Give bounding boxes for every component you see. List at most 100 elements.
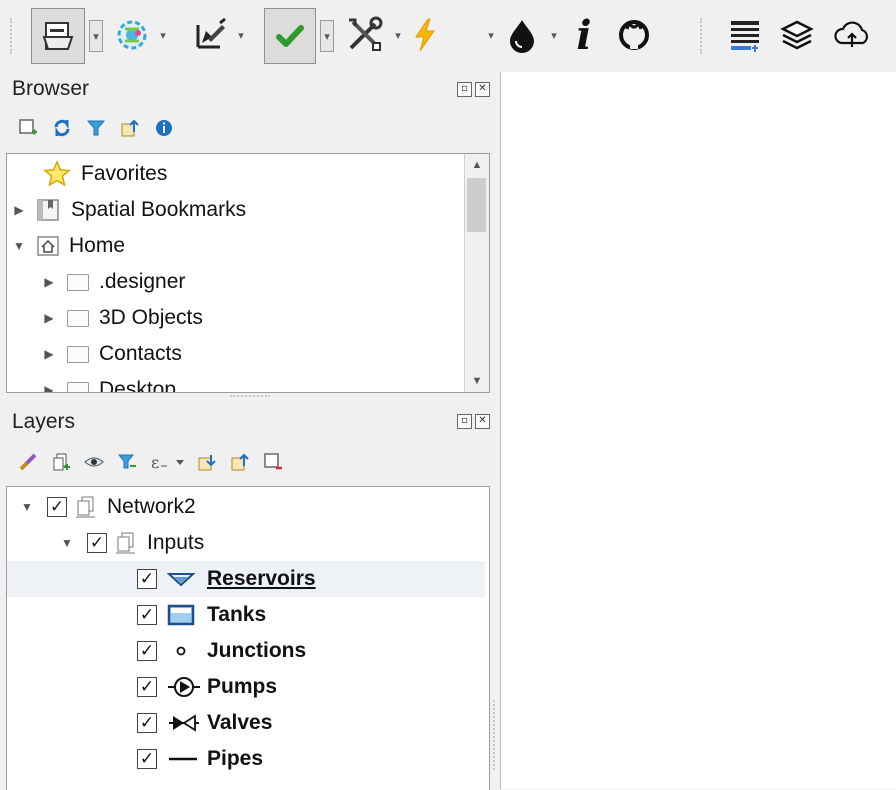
browser-item-spatial-bookmarks[interactable]: ▶ Spatial Bookmarks <box>13 192 246 228</box>
layer-group-network2[interactable]: ▼ ✓ Network2 <box>21 489 196 525</box>
layers-stack-button[interactable] <box>776 8 818 62</box>
layer-item-valves[interactable]: ✓ Valves <box>137 705 272 741</box>
expand-arrow-icon[interactable]: ▶ <box>43 311 55 325</box>
folder-icon <box>67 309 89 327</box>
toolbar-grip-2[interactable] <box>700 18 706 54</box>
browser-item-contacts[interactable]: ▶ Contacts <box>43 336 182 372</box>
refresh-icon[interactable] <box>52 118 72 138</box>
filter-icon[interactable] <box>86 118 106 138</box>
globe-plugin-icon <box>117 20 147 50</box>
layer-group-inputs[interactable]: ▼ ✓ Inputs <box>61 525 204 561</box>
add-icon[interactable] <box>18 118 38 138</box>
collapse-arrow-icon[interactable]: ▼ <box>61 536 73 550</box>
browser-scrollbar[interactable]: ▲ ▼ <box>464 154 489 392</box>
panel-splitter[interactable] <box>230 395 270 399</box>
validate-check-icon <box>276 25 304 47</box>
close-panel-icon[interactable]: ✕ <box>475 82 490 97</box>
layers-title: Layers <box>12 410 76 433</box>
visibility-eye-icon[interactable] <box>84 452 104 472</box>
layer-checkbox[interactable]: ✓ <box>137 569 157 589</box>
browser-panel: Browser ▫ ✕ ▸ Favorites ▶ Spatial Bookma… <box>6 72 490 393</box>
layers-header: Layers ▫ ✕ <box>6 402 490 438</box>
junction-circle-icon <box>176 646 186 656</box>
home-icon <box>37 236 59 256</box>
info-icon: i <box>576 11 592 59</box>
validate-button[interactable] <box>264 8 316 64</box>
file-manager-button[interactable] <box>31 8 85 64</box>
collapse-arrow-icon[interactable]: ▼ <box>21 500 33 514</box>
attribute-table-button[interactable] <box>724 8 766 62</box>
edit-dropdown[interactable]: ▾ <box>235 20 247 50</box>
scrollbar-thumb[interactable] <box>467 178 486 232</box>
layer-label: Pipes <box>207 747 264 770</box>
style-brush-icon[interactable] <box>18 452 38 472</box>
browser-item-3d-objects[interactable]: ▶ 3D Objects <box>43 300 203 336</box>
scroll-up-icon[interactable]: ▲ <box>465 154 489 176</box>
layers-tree: ▼ ✓ Network2 ▼ ✓ Inputs ✓ Reservoirs ✓ T… <box>6 486 490 790</box>
cloud-upload-icon <box>834 21 869 47</box>
browser-item-label: Home <box>69 234 126 257</box>
expand-arrow-icon[interactable]: ▶ <box>43 347 55 361</box>
expand-arrow-icon[interactable]: ▶ <box>43 275 55 289</box>
remove-layer-icon[interactable] <box>263 452 283 472</box>
expand-arrow-icon[interactable]: ▶ <box>43 383 55 392</box>
layer-checkbox[interactable]: ✓ <box>87 533 107 553</box>
globe-plugin-button[interactable] <box>112 8 152 62</box>
browser-dock-buttons: ▫ ✕ <box>457 82 490 97</box>
browser-item-home[interactable]: ▼ Home <box>13 228 125 264</box>
map-canvas[interactable] <box>500 72 896 789</box>
info-button[interactable]: i <box>566 8 602 62</box>
layer-item-pipes[interactable]: ✓ Pipes <box>137 741 263 777</box>
toolbar-grip[interactable] <box>10 18 16 54</box>
float-panel-icon[interactable]: ▫ <box>457 82 472 97</box>
layer-item-junctions[interactable]: ✓ Junctions <box>137 633 306 669</box>
attribute-table-icon <box>731 21 759 52</box>
layer-checkbox[interactable]: ✓ <box>137 713 157 733</box>
scroll-down-icon[interactable]: ▼ <box>465 370 489 392</box>
valve-icon <box>169 714 199 732</box>
svg-text:ε: ε <box>151 453 159 472</box>
layer-item-reservoirs[interactable]: ✓ Reservoirs <box>137 561 316 597</box>
browser-item-label: Contacts <box>99 342 182 365</box>
layer-item-tanks[interactable]: ✓ Tanks <box>137 597 266 633</box>
expand-all-icon[interactable] <box>197 452 217 472</box>
browser-item-favorites[interactable]: ▸ Favorites <box>13 156 167 192</box>
run-simulation-button[interactable] <box>410 8 440 62</box>
layer-checkbox[interactable]: ✓ <box>137 605 157 625</box>
layer-checkbox[interactable]: ✓ <box>47 497 67 517</box>
layer-item-pumps[interactable]: ✓ Pumps <box>137 669 277 705</box>
validate-dropdown[interactable]: ▾ <box>320 20 334 52</box>
filter-legend-icon[interactable] <box>117 452 137 472</box>
water-quality-button[interactable] <box>502 8 542 62</box>
layer-group-label: Network2 <box>107 495 196 518</box>
expand-arrow-icon[interactable]: ▶ <box>13 203 25 217</box>
float-panel-icon[interactable]: ▫ <box>457 414 472 429</box>
browser-item-label: Favorites <box>81 162 168 185</box>
water-drop-dropdown[interactable]: ▾ <box>548 20 560 50</box>
lightning-dropdown[interactable]: ▾ <box>485 20 497 50</box>
layer-checkbox[interactable]: ✓ <box>137 677 157 697</box>
info-circle-icon[interactable] <box>154 118 174 138</box>
globe-plugin-dropdown[interactable]: ▾ <box>157 20 169 50</box>
layer-checkbox[interactable]: ✓ <box>137 641 157 661</box>
file-manager-dropdown[interactable]: ▾ <box>89 20 103 52</box>
folder-icon <box>67 273 89 291</box>
cloud-upload-button[interactable] <box>830 8 874 62</box>
layer-checkbox[interactable]: ✓ <box>137 749 157 769</box>
browser-item-desktop[interactable]: ▶ Desktop <box>43 372 176 392</box>
browser-item-label: Spatial Bookmarks <box>71 198 247 221</box>
tools-button[interactable] <box>342 8 386 62</box>
browser-item-designer[interactable]: ▶ .designer <box>43 264 185 300</box>
dock-splitter[interactable] <box>493 700 497 770</box>
collapse-icon[interactable] <box>120 118 140 138</box>
close-panel-icon[interactable]: ✕ <box>475 414 490 429</box>
water-drop-icon <box>510 20 534 53</box>
expression-filter-icon[interactable]: ε <box>150 452 184 472</box>
add-group-icon[interactable] <box>51 452 71 472</box>
collapse-all-icon[interactable] <box>230 452 250 472</box>
pump-icon <box>168 677 200 697</box>
github-button[interactable] <box>612 8 656 62</box>
collapse-arrow-icon[interactable]: ▼ <box>13 239 25 253</box>
tools-dropdown[interactable]: ▾ <box>392 20 404 50</box>
edit-button[interactable] <box>190 8 230 62</box>
